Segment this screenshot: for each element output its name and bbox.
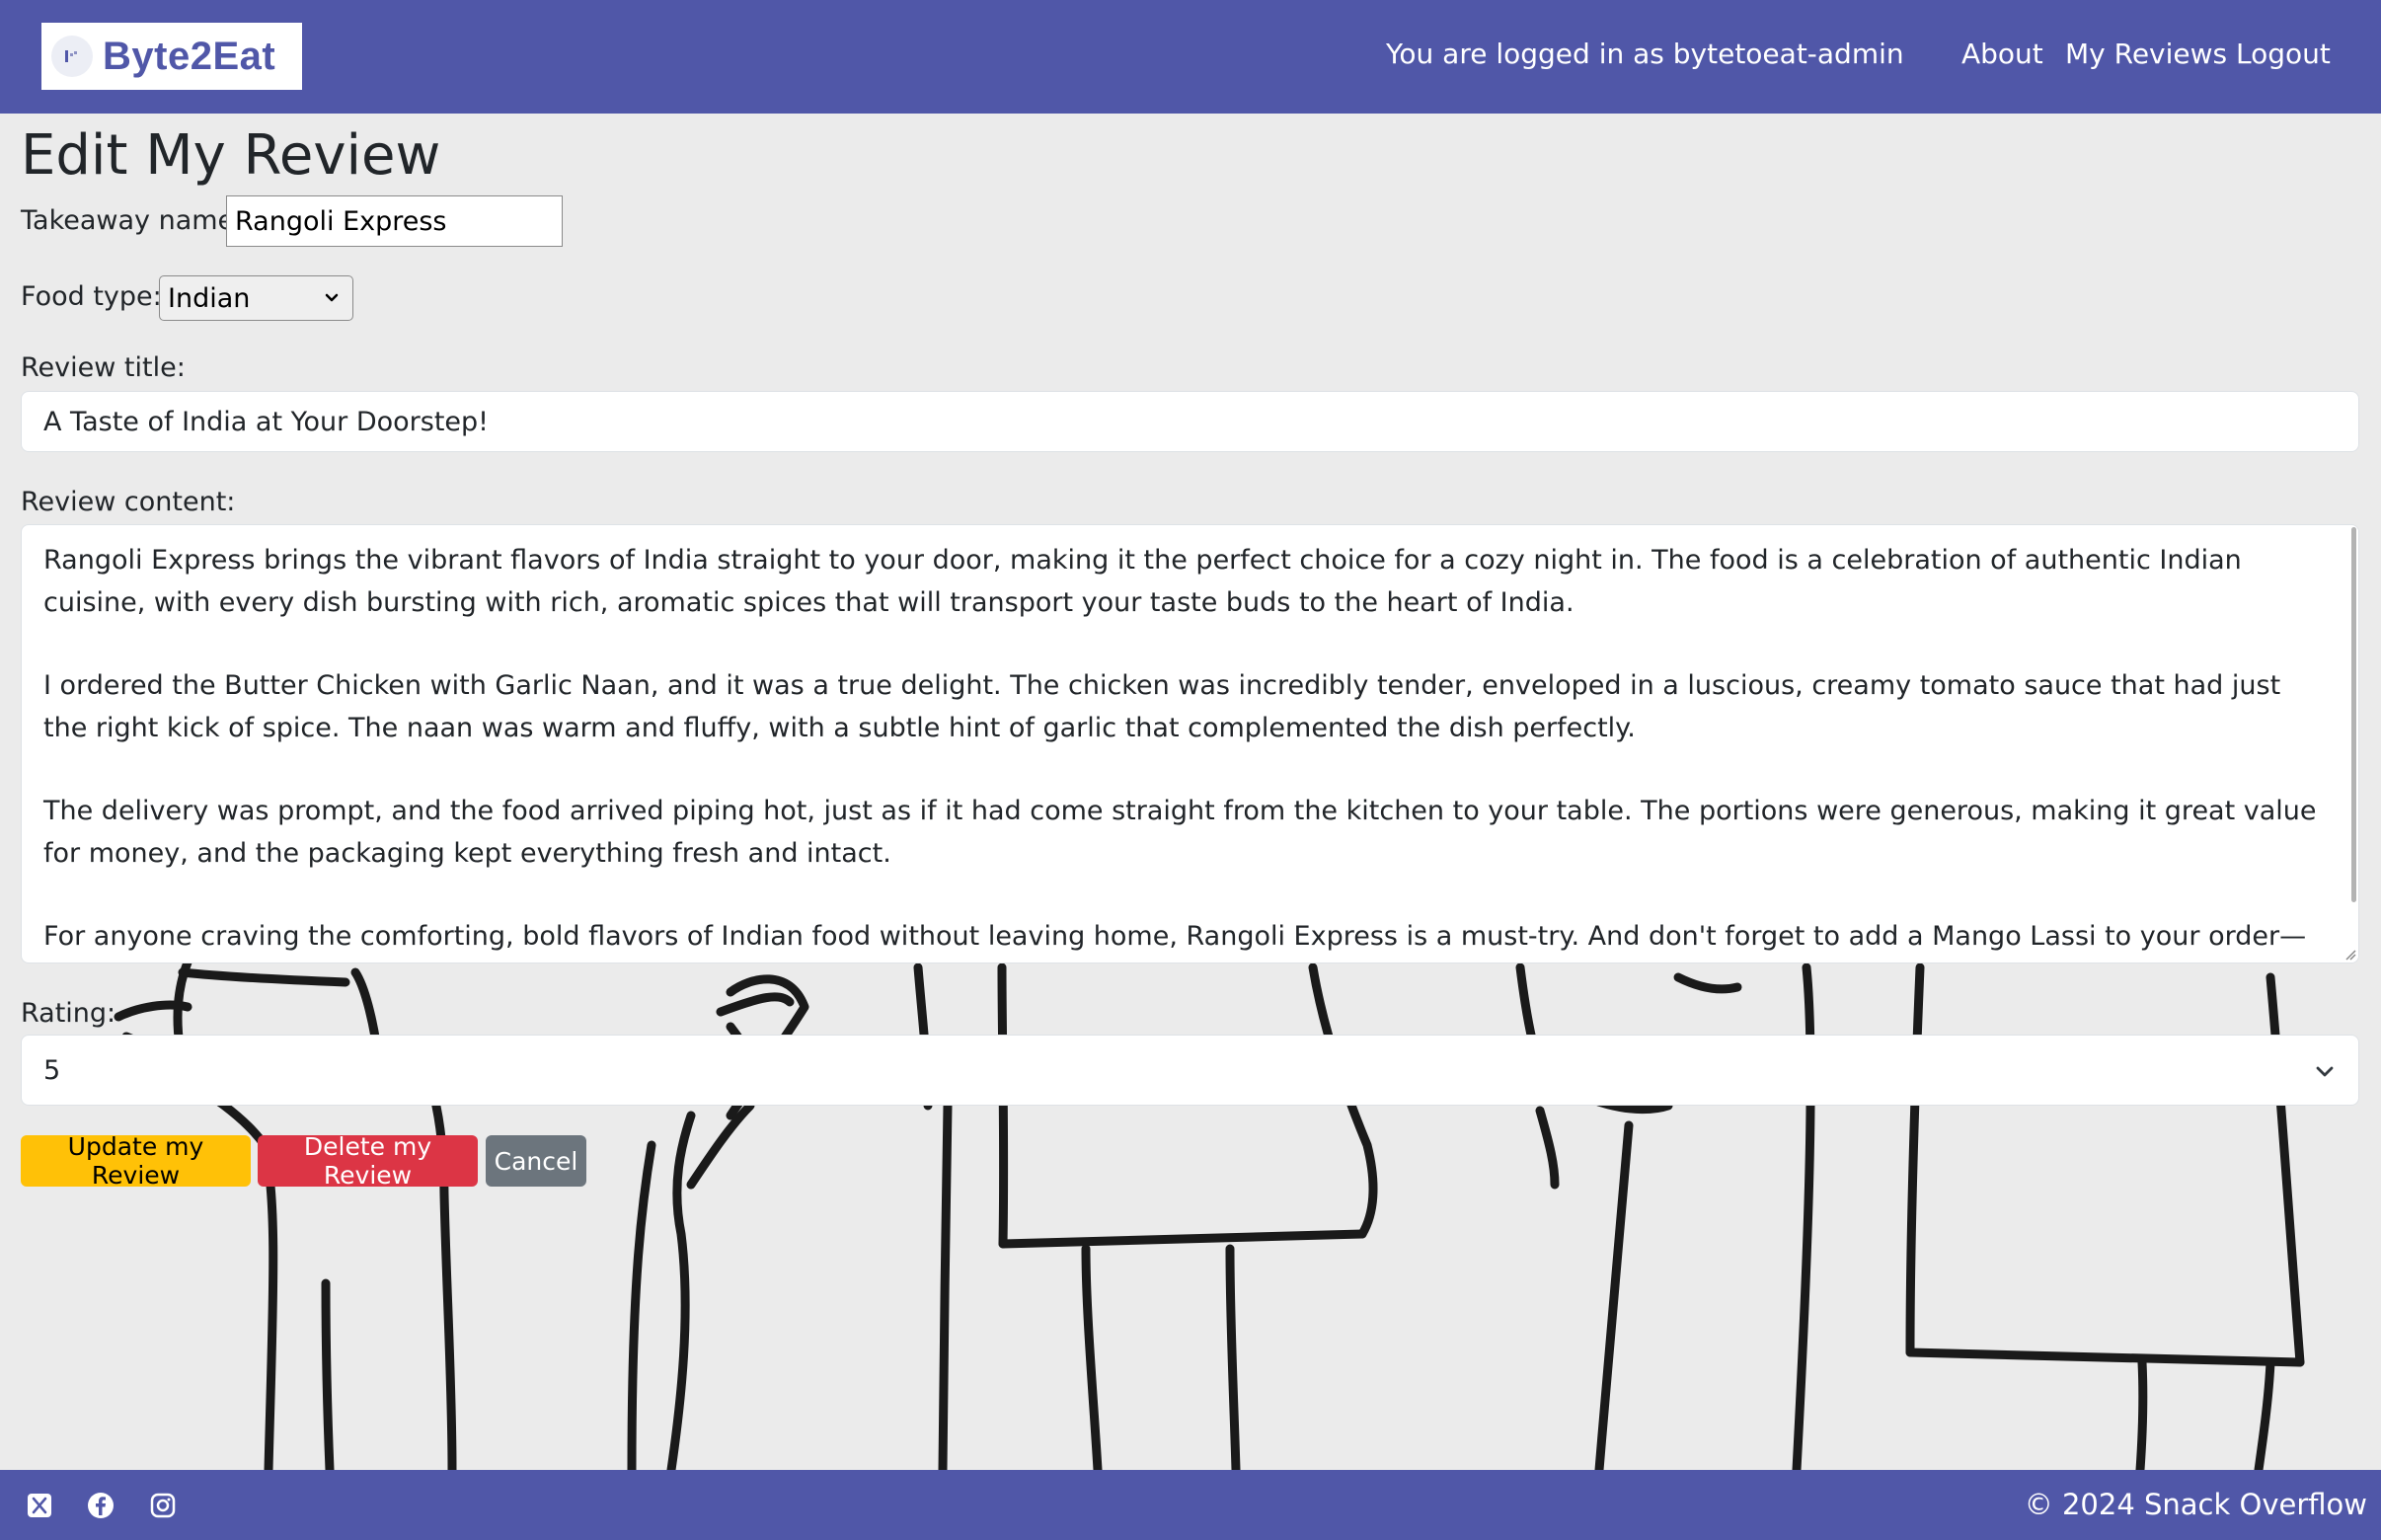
- rating-label: Rating:: [21, 998, 116, 1029]
- resize-grip-icon[interactable]: [2343, 947, 2356, 961]
- takeaway-name-label: Takeaway name:: [21, 205, 244, 236]
- review-content-label: Review content:: [21, 487, 236, 517]
- cancel-button[interactable]: Cancel: [486, 1135, 586, 1187]
- page-title: Edit My Review: [21, 123, 441, 188]
- textarea-scrollbar[interactable]: [2348, 525, 2358, 962]
- footer: © 2024 Snack Overflow: [0, 1470, 2381, 1540]
- chevron-down-icon: [325, 293, 339, 302]
- review-title-input[interactable]: [21, 391, 2359, 452]
- rating-select[interactable]: 5: [21, 1035, 2359, 1106]
- review-paragraph: For anyone craving the comforting, bold …: [43, 921, 2307, 952]
- food-type-label: Food type:: [21, 281, 162, 312]
- chevron-down-icon: [2316, 1066, 2334, 1077]
- textarea-scrollbar-thumb[interactable]: [2351, 527, 2356, 902]
- brand-link[interactable]: Byte2Eat: [41, 23, 302, 90]
- copyright-text: © 2024 Snack Overflow: [2024, 1488, 2367, 1521]
- review-content-text: Rangoli Express brings the vibrant flavo…: [43, 539, 2324, 962]
- instagram-icon[interactable]: [149, 1492, 177, 1519]
- facebook-icon[interactable]: [87, 1492, 115, 1519]
- review-paragraph: I ordered the Butter Chicken with Garlic…: [43, 670, 2281, 743]
- food-type-select[interactable]: Indian: [159, 275, 353, 321]
- nav-about[interactable]: About: [1961, 38, 2043, 70]
- top-navbar: Byte2Eat You are logged in as bytetoeat-…: [0, 0, 2381, 114]
- rating-value: 5: [43, 1054, 61, 1086]
- delete-review-button[interactable]: Delete my Review: [258, 1132, 478, 1190]
- brand-name: Byte2Eat: [103, 34, 276, 78]
- takeaway-name-input[interactable]: [226, 195, 563, 247]
- nav-logout[interactable]: Logout: [2236, 38, 2331, 70]
- review-paragraph: The delivery was prompt, and the food ar…: [43, 796, 2317, 869]
- update-review-button[interactable]: Update my Review: [21, 1132, 251, 1190]
- food-type-value: Indian: [168, 282, 251, 314]
- review-paragraph: Rangoli Express brings the vibrant flavo…: [43, 545, 2242, 618]
- review-content-textarea[interactable]: Rangoli Express brings the vibrant flavo…: [21, 524, 2359, 963]
- brand-logo-icon: [51, 36, 93, 77]
- login-status: You are logged in as bytetoeat-admin: [1386, 38, 1904, 70]
- nav-my-reviews[interactable]: My Reviews: [2065, 38, 2227, 70]
- x-icon[interactable]: [26, 1492, 53, 1519]
- review-title-label: Review title:: [21, 352, 186, 383]
